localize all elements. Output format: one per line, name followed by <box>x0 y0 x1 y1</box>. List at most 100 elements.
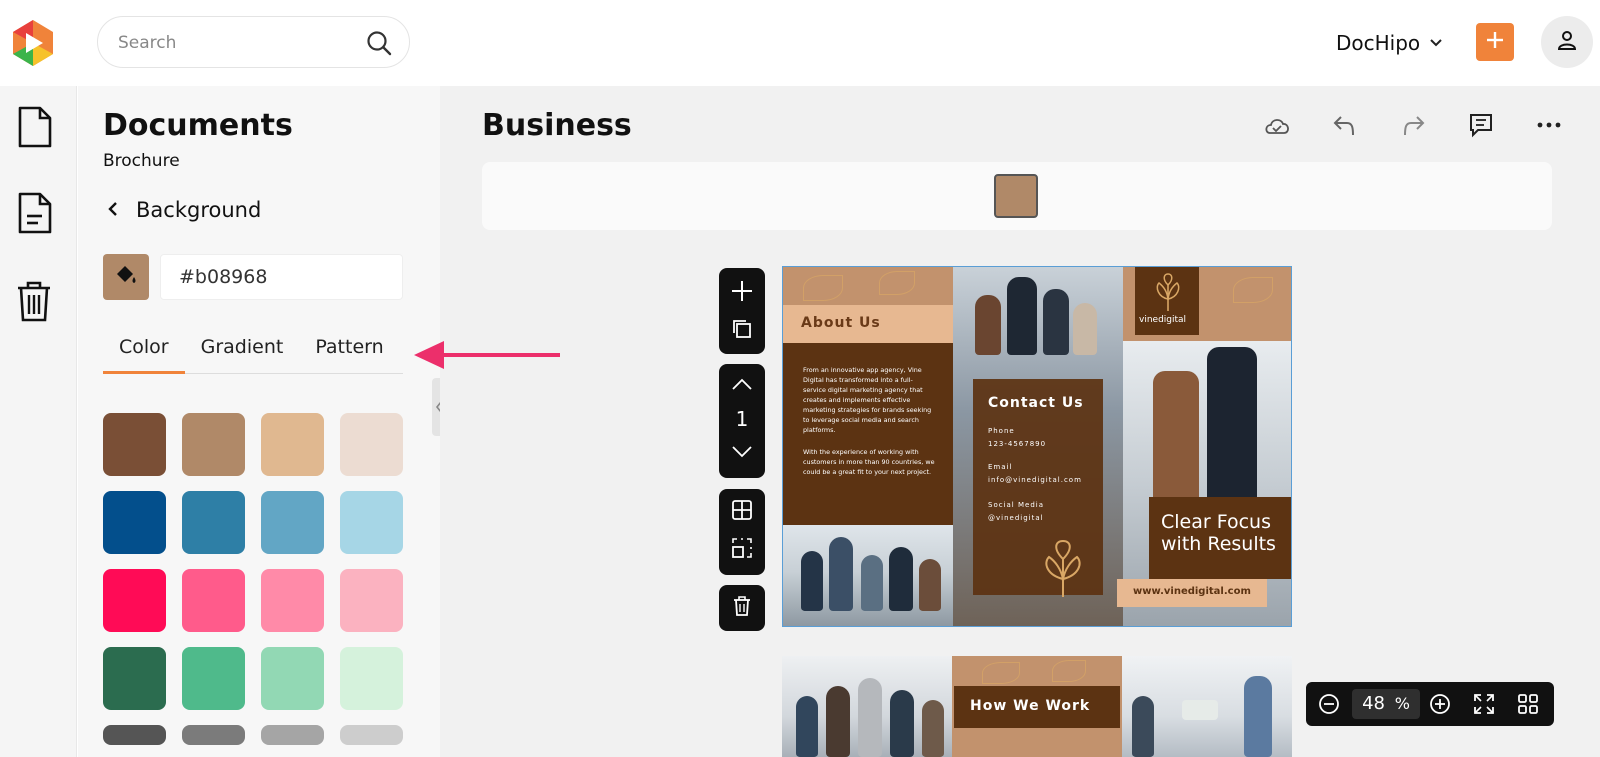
fit-screen-icon[interactable] <box>1472 692 1496 716</box>
leaf-ornament <box>1233 277 1273 303</box>
color-swatch[interactable] <box>182 491 245 554</box>
rail-item-documents[interactable] <box>14 106 54 152</box>
color-swatch[interactable] <box>340 569 403 632</box>
color-swatch[interactable] <box>103 725 166 745</box>
rail-item-trash[interactable] <box>14 280 54 326</box>
person-figure <box>890 690 914 757</box>
color-swatch[interactable] <box>261 647 324 710</box>
social-label: Social Media <box>988 501 1045 509</box>
color-swatch[interactable] <box>103 569 166 632</box>
back-button[interactable]: Background <box>106 198 261 222</box>
grid-icon <box>731 499 753 525</box>
top-bar: DocHipo <box>0 0 1600 86</box>
color-swatch[interactable] <box>182 647 245 710</box>
desk-figure <box>1182 700 1218 720</box>
zoom-controls: 48 % <box>1306 682 1554 726</box>
brochure-page-2[interactable]: How We Work <box>782 656 1292 757</box>
current-color-swatch[interactable] <box>103 254 149 300</box>
trash-icon <box>16 280 52 326</box>
zoom-unit: % <box>1394 694 1410 713</box>
chevron-up-icon <box>731 376 753 395</box>
person-figure <box>801 551 823 611</box>
color-swatch[interactable] <box>182 725 245 745</box>
cloud-sync-icon[interactable] <box>1262 110 1292 140</box>
about-paragraph-2: With the experience of working with cust… <box>803 448 935 476</box>
chevron-down-icon <box>1428 31 1444 55</box>
person-figure <box>975 295 1001 355</box>
color-swatch[interactable] <box>261 569 324 632</box>
zoom-in-icon[interactable] <box>1428 692 1452 716</box>
leaf-ornament <box>879 271 915 295</box>
search-input[interactable] <box>118 31 358 55</box>
user-icon <box>1555 28 1579 56</box>
plus-icon <box>1485 30 1505 54</box>
color-swatch[interactable] <box>340 491 403 554</box>
person-figure <box>1073 303 1097 355</box>
layout-toolgroup <box>719 489 765 575</box>
zoom-level[interactable]: 48 % <box>1352 689 1420 719</box>
add-page-button[interactable] <box>719 274 765 312</box>
brand-name: vinedigital <box>1139 315 1187 325</box>
page-down-button[interactable] <box>719 434 765 472</box>
color-swatch[interactable] <box>261 413 324 476</box>
add-page-toolgroup <box>719 268 765 354</box>
hex-color-input[interactable]: #b08968 <box>160 254 403 300</box>
workspace-menu[interactable]: DocHipo <box>1336 28 1444 58</box>
app-logo[interactable] <box>10 18 56 68</box>
color-swatch[interactable] <box>103 647 166 710</box>
how-heading: How We Work <box>970 698 1091 714</box>
person-figure <box>1244 676 1272 757</box>
tab-color[interactable]: Color <box>103 332 185 374</box>
panel-title: Documents <box>103 108 293 143</box>
person-figure <box>829 537 853 611</box>
tab-pattern[interactable]: Pattern <box>299 332 399 374</box>
file-text-icon <box>16 192 52 238</box>
person-figure <box>922 700 944 757</box>
duplicate-icon <box>732 319 752 343</box>
search-icon[interactable] <box>365 29 393 57</box>
website-url: www.vinedigital.com <box>1133 586 1251 597</box>
person-figure <box>1043 289 1069 355</box>
color-swatch[interactable] <box>340 413 403 476</box>
color-swatch[interactable] <box>103 491 166 554</box>
person-figure <box>1132 696 1154 757</box>
search-box[interactable] <box>97 16 410 68</box>
create-button[interactable] <box>1476 23 1514 61</box>
page-nav-toolgroup: 1 <box>719 364 765 478</box>
color-swatch[interactable] <box>182 569 245 632</box>
document-title[interactable]: Business <box>482 108 632 143</box>
person-figure <box>1207 347 1257 517</box>
color-swatch[interactable] <box>340 647 403 710</box>
person-figure <box>1007 277 1037 355</box>
team-discussion-photo <box>782 656 952 757</box>
brochure-page-1[interactable]: About Us From an innovative app agency, … <box>782 266 1292 627</box>
color-swatch[interactable] <box>340 725 403 745</box>
tab-gradient[interactable]: Gradient <box>185 332 300 374</box>
office-team-photo <box>1122 656 1292 757</box>
user-menu-button[interactable] <box>1541 16 1593 68</box>
grid-layout-button[interactable] <box>719 493 765 531</box>
color-swatch[interactable] <box>103 413 166 476</box>
comment-icon[interactable] <box>1466 110 1496 140</box>
color-swatch[interactable] <box>182 413 245 476</box>
color-swatch[interactable] <box>261 491 324 554</box>
duplicate-page-button[interactable] <box>719 312 765 350</box>
zoom-out-icon[interactable] <box>1317 692 1341 716</box>
grid-view-icon[interactable] <box>1516 692 1540 716</box>
page-up-button[interactable] <box>719 366 765 404</box>
page-color-swatch[interactable] <box>994 174 1038 218</box>
redo-icon[interactable] <box>1398 110 1428 140</box>
undo-icon[interactable] <box>1330 110 1360 140</box>
person-figure <box>858 678 882 757</box>
tagline-line-2: with Results <box>1161 533 1276 555</box>
color-swatch[interactable] <box>261 725 324 745</box>
document-toolbar <box>1262 110 1564 140</box>
delete-page-button[interactable] <box>719 589 765 627</box>
rail-item-templates[interactable] <box>14 192 54 238</box>
resize-button[interactable] <box>719 531 765 569</box>
about-paragraph-1: From an innovative app agency, Vine Digi… <box>803 366 932 434</box>
person-figure <box>1153 371 1199 501</box>
contact-heading: Contact Us <box>988 395 1084 411</box>
trash-icon <box>733 595 751 621</box>
more-icon[interactable] <box>1534 110 1564 140</box>
